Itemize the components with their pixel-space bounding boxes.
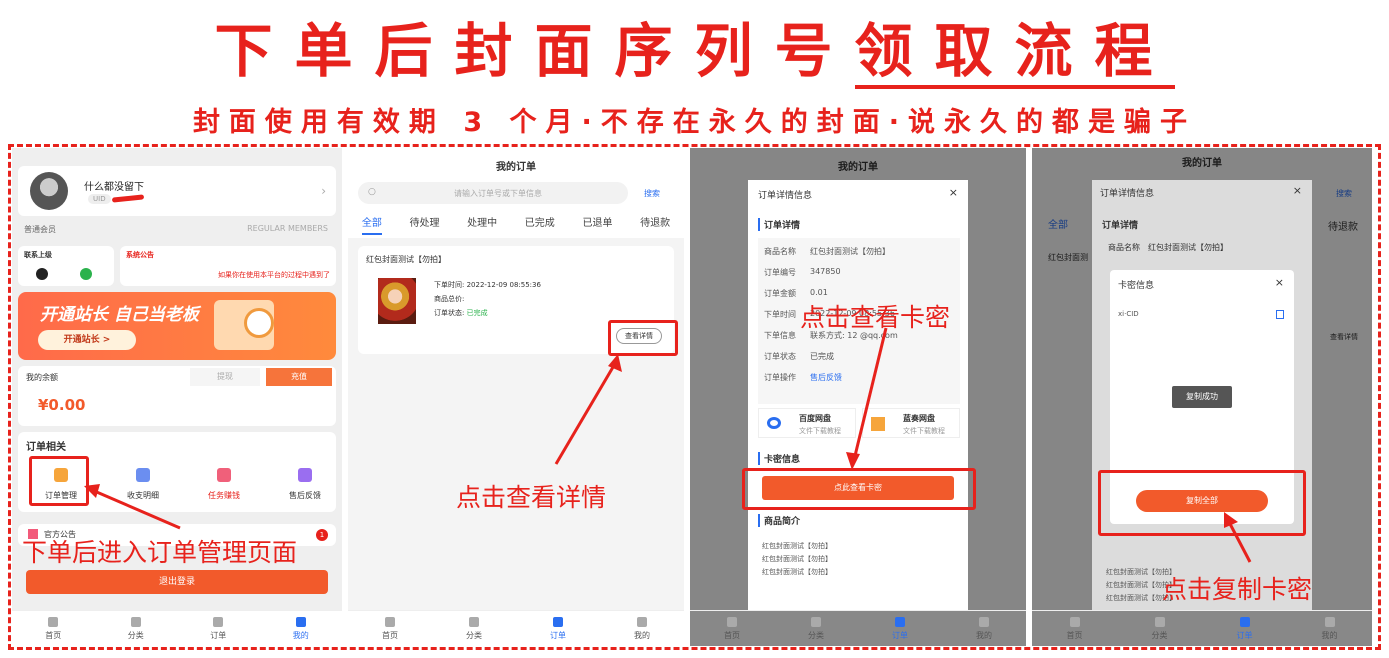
tab-mine-4[interactable]: 我的 <box>1300 616 1360 641</box>
title-underlined: 领取流程 <box>854 17 1175 89</box>
tab-home-3[interactable]: 首页 <box>702 616 762 641</box>
tab-orders-4[interactable]: 订单 <box>1215 616 1275 641</box>
tab-home-4[interactable]: 首页 <box>1045 616 1105 641</box>
annotation-step1: 下单后进入订单管理页面 <box>22 538 298 567</box>
tabbar-3: 首页 分类 订单 我的 <box>690 610 1026 646</box>
tabbar-4: 首页 分类 订单 我的 <box>1032 610 1372 646</box>
annotation-step4: 点击复制卡密 <box>1162 575 1313 604</box>
arrow-4 <box>1224 512 1252 563</box>
tab-orders-2[interactable]: 订单 <box>528 616 588 641</box>
tab-mine-2[interactable]: 我的 <box>612 616 672 641</box>
tab-mine-3[interactable]: 我的 <box>954 616 1014 641</box>
arrow-3 <box>846 327 888 470</box>
tab-category-2[interactable]: 分类 <box>444 616 504 641</box>
annotation-step2: 点击查看详情 <box>456 483 607 512</box>
annotation-step3: 点击查看卡密 <box>800 303 951 332</box>
tab-category-3[interactable]: 分类 <box>786 616 846 641</box>
tab-category-4[interactable]: 分类 <box>1130 616 1190 641</box>
screen-order-detail: 我的订单 订单详情信息 × 订单详情 商品名称 红包封面测试【勿拍】 订单编号 34… <box>690 148 1026 646</box>
tab-orders-3[interactable]: 订单 <box>870 616 930 641</box>
